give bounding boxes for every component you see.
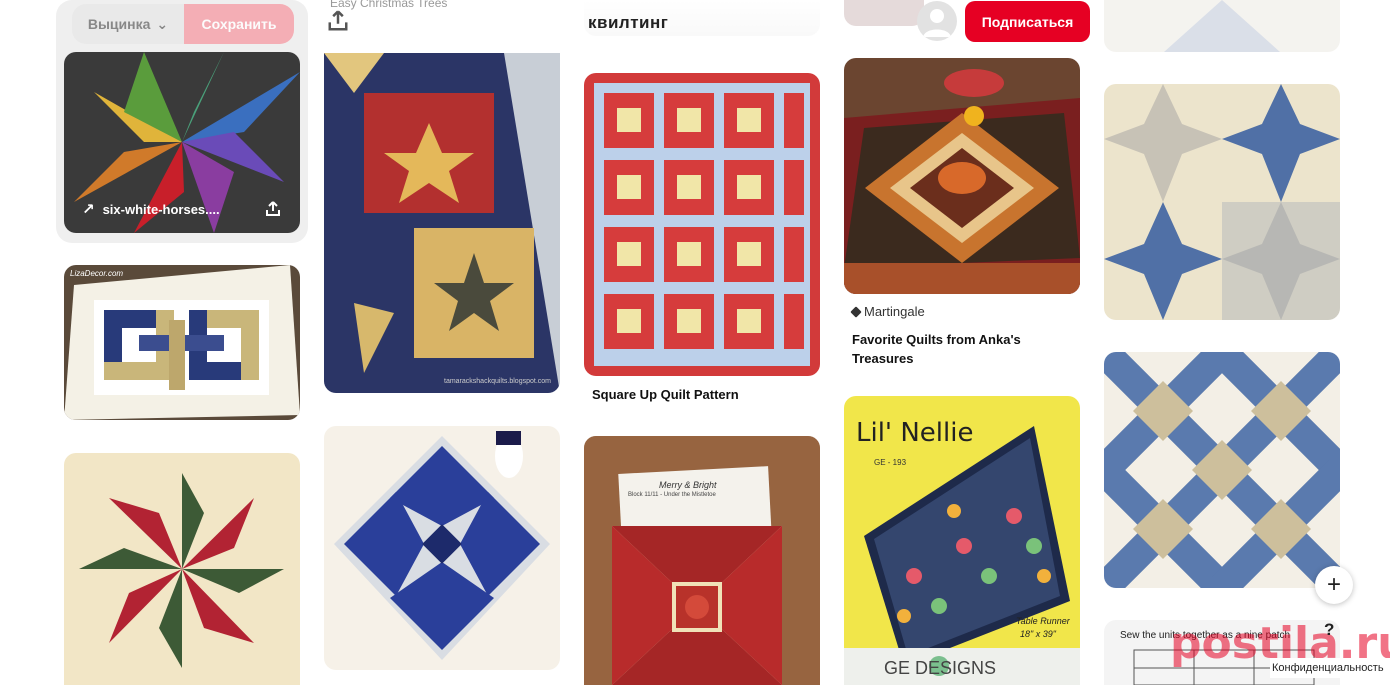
lil-nellie-code: GE - 193 [874,458,907,467]
pin-image-martingale-table-quilt[interactable] [844,58,1080,294]
lil-nellie-title: Lil' Nellie [856,418,974,448]
pin-image-celtic-knot-quilt[interactable]: LizaDecor.com [64,265,300,420]
caption-line-2: Treasures [852,351,914,366]
board-title: квилтинг [588,13,669,32]
save-button[interactable]: Сохранить [184,4,294,44]
pin-image-star-quilt-on-chair[interactable]: tamarackshackquilts.blogspot.com [324,53,560,393]
subscribe-button[interactable]: Подписаться [965,1,1090,42]
pin-caption-martingale[interactable]: Favorite Quilts from Anka's Treasures [852,330,1021,368]
lil-nellie-size-text: 18" x 39" [1020,629,1056,639]
pin-image-blue-cream-stars[interactable] [1104,84,1340,320]
board-select-label: Выцинка [87,16,151,32]
help-button[interactable]: ? [1324,620,1334,640]
liza-decor-mark: LizaDecor.com [70,269,124,278]
pin-link-text: six-white-horses.... [102,201,220,217]
share-button-top[interactable] [322,5,354,37]
upload-icon [266,201,280,216]
quilt-site-mark: tamarackshackquilts.blogspot.com [444,378,551,385]
board-select-bar: Выцинка ⌄ Сохранить [72,4,294,44]
pin-image-blue-x-quilt[interactable] [1104,352,1340,588]
privacy-link[interactable]: Конфиденциальность [1270,658,1390,678]
user-avatar-icon[interactable] [917,1,957,41]
pin-image-eight-point-star[interactable] [64,453,300,685]
chevron-down-icon: ⌄ [156,15,169,32]
merry-bright-title: Merry & Bright [659,480,717,490]
pin-image-merry-bright-block[interactable]: Merry & Bright Block 11/11 - Under the M… [584,436,820,685]
pinterest-board-page: Выцинка ⌄ Сохранить ↗ six-white-horses..… [0,0,1390,685]
pin-source-label: Martingale [864,304,925,319]
pin-image-partial-top-2[interactable] [844,0,924,26]
pin-caption-square-up[interactable]: Square Up Quilt Pattern [592,385,739,404]
pin-image-bear-paw-block[interactable] [324,426,560,670]
lil-nellie-brand: GE DESIGNS [884,658,997,678]
pin-image-square-up-quilt[interactable] [584,73,820,376]
pin-source-martingale[interactable]: Martingale [850,304,925,319]
plus-icon: + [1326,571,1341,598]
lil-nellie-bottom-text: Table Runner [1016,616,1070,626]
tag-icon [850,305,862,318]
add-pin-button[interactable]: + [1315,566,1353,604]
arrow-up-right-icon: ↗ [82,201,95,218]
pin-image-lil-nellie-pattern[interactable]: Lil' Nellie GE - 193 Table Runner 18" x … [844,396,1080,685]
upload-icon [328,10,348,31]
share-button[interactable] [257,193,289,225]
pin-image-partial-top-3[interactable] [1104,0,1340,52]
pin-link-chip[interactable]: ↗ six-white-horses.... [72,193,234,225]
board-select-dropdown[interactable]: Выцинка ⌄ [72,4,184,44]
caption-line-1: Favorite Quilts from Anka's [852,332,1021,347]
merry-bright-sub: Block 11/11 - Under the Mistletoe [628,492,716,498]
